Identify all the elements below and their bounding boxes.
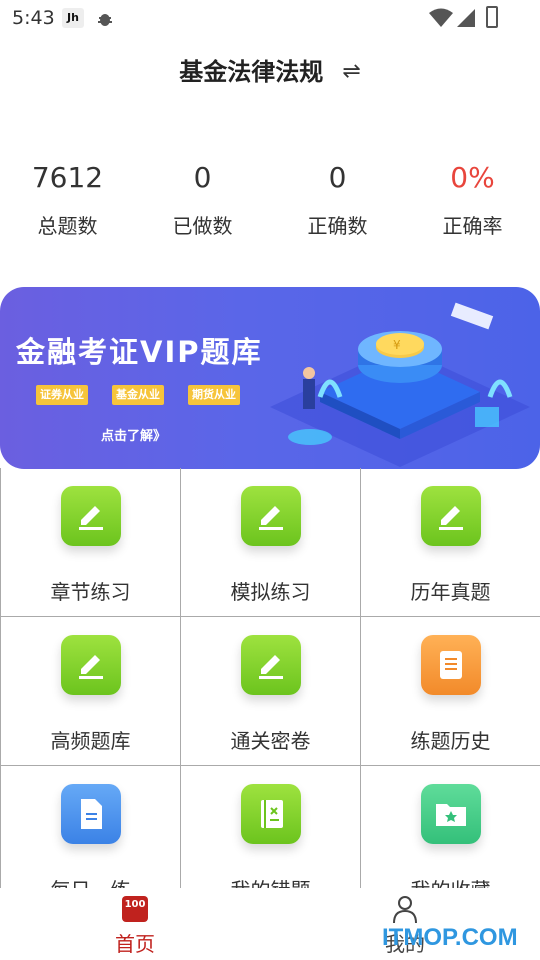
tab-home-label: 首页	[115, 932, 155, 956]
pencil-icon	[61, 486, 121, 546]
stat-done: 0 已做数	[135, 158, 270, 248]
banner-tag: 期货从业	[188, 385, 240, 405]
pencil-icon	[61, 635, 121, 695]
switch-subject-icon[interactable]: ⇌	[342, 50, 360, 94]
grid-item-my-mistakes[interactable]: 我的错题	[181, 766, 361, 888]
pencil-icon	[421, 486, 481, 546]
battery-icon	[486, 6, 498, 28]
grid-item-high-frequency[interactable]: 高频题库	[1, 617, 181, 766]
stat-accuracy: 0% 正确率	[405, 158, 540, 248]
banner-tag: 基金从业	[112, 385, 164, 405]
pencil-icon	[241, 635, 301, 695]
grid-item-label: 高频题库	[50, 729, 131, 753]
svg-text:¥: ¥	[393, 338, 401, 352]
pencil-icon	[241, 486, 301, 546]
stat-value: 0	[193, 161, 212, 194]
grid-item-label: 每日一练	[1, 874, 180, 888]
grid-item-label: 我的错题	[181, 874, 360, 888]
grid-item-chapter-practice[interactable]: 章节练习	[1, 468, 181, 617]
grid-item-secret-papers[interactable]: 通关密卷	[181, 617, 361, 766]
grid-item-mock-practice[interactable]: 模拟练习	[181, 468, 361, 617]
stat-label: 正确率	[442, 214, 503, 238]
notebook-icon	[241, 784, 301, 844]
grid-item-label: 模拟练习	[230, 580, 311, 604]
grid-item-label: 练题历史	[410, 729, 491, 753]
tab-home[interactable]: 100 首页	[0, 888, 270, 960]
notification-app-icon: Jh	[62, 8, 84, 28]
stat-label: 已做数	[172, 214, 233, 238]
grid-item-label: 历年真题	[410, 580, 491, 604]
banner-illustration: ¥	[270, 302, 530, 467]
document-icon	[61, 784, 121, 844]
stat-total: 7612 总题数	[0, 158, 135, 248]
grid-item-my-favorites[interactable]: 我的收藏	[361, 766, 540, 888]
scroll-icon	[421, 635, 481, 695]
stat-value: 0	[328, 161, 347, 194]
stat-value: 0%	[450, 161, 495, 194]
folder-star-icon	[421, 784, 481, 844]
grid-item-daily-practice[interactable]: 每日一练	[1, 766, 181, 888]
grid-item-label: 章节练习	[50, 580, 131, 604]
stat-label: 正确数	[307, 214, 368, 238]
page-title: 基金法律法规	[179, 58, 324, 86]
grid-item-past-exams[interactable]: 历年真题	[361, 468, 540, 617]
grid-item-label: 通关密卷	[230, 729, 311, 753]
signal-icon	[457, 9, 475, 27]
feature-grid: 章节练习 模拟练习 历年真题 高频题库 通关密卷 练题历史 每日一练	[0, 468, 540, 888]
stats-row: 7612 总题数 0 已做数 0 正确数 0% 正确率	[0, 158, 540, 248]
home-100-icon: 100	[122, 896, 148, 922]
grid-item-practice-history[interactable]: 练题历史	[361, 617, 540, 766]
grid-item-label: 我的收藏	[361, 874, 540, 888]
watermark: ITMOP.COM	[382, 924, 518, 951]
stat-correct: 0 正确数	[270, 158, 405, 248]
banner-tag: 证券从业	[36, 385, 88, 405]
stat-value: 7612	[31, 161, 104, 194]
status-bar: 5:43 Jh	[0, 0, 540, 36]
stat-label: 总题数	[37, 214, 98, 238]
banner-learn-more-link[interactable]: 点击了解》	[101, 425, 166, 444]
bug-icon	[98, 14, 112, 26]
banner-title: 金融考证VIP题库	[16, 335, 263, 369]
vip-banner[interactable]: ¥ 金融考证VIP题库 证券从业 基金从业 期货从业 点击了解》	[0, 287, 540, 469]
status-time: 5:43	[12, 7, 55, 29]
user-icon	[393, 896, 417, 924]
wifi-icon	[429, 8, 453, 27]
page-header: 基金法律法规 ⇌	[0, 50, 540, 94]
